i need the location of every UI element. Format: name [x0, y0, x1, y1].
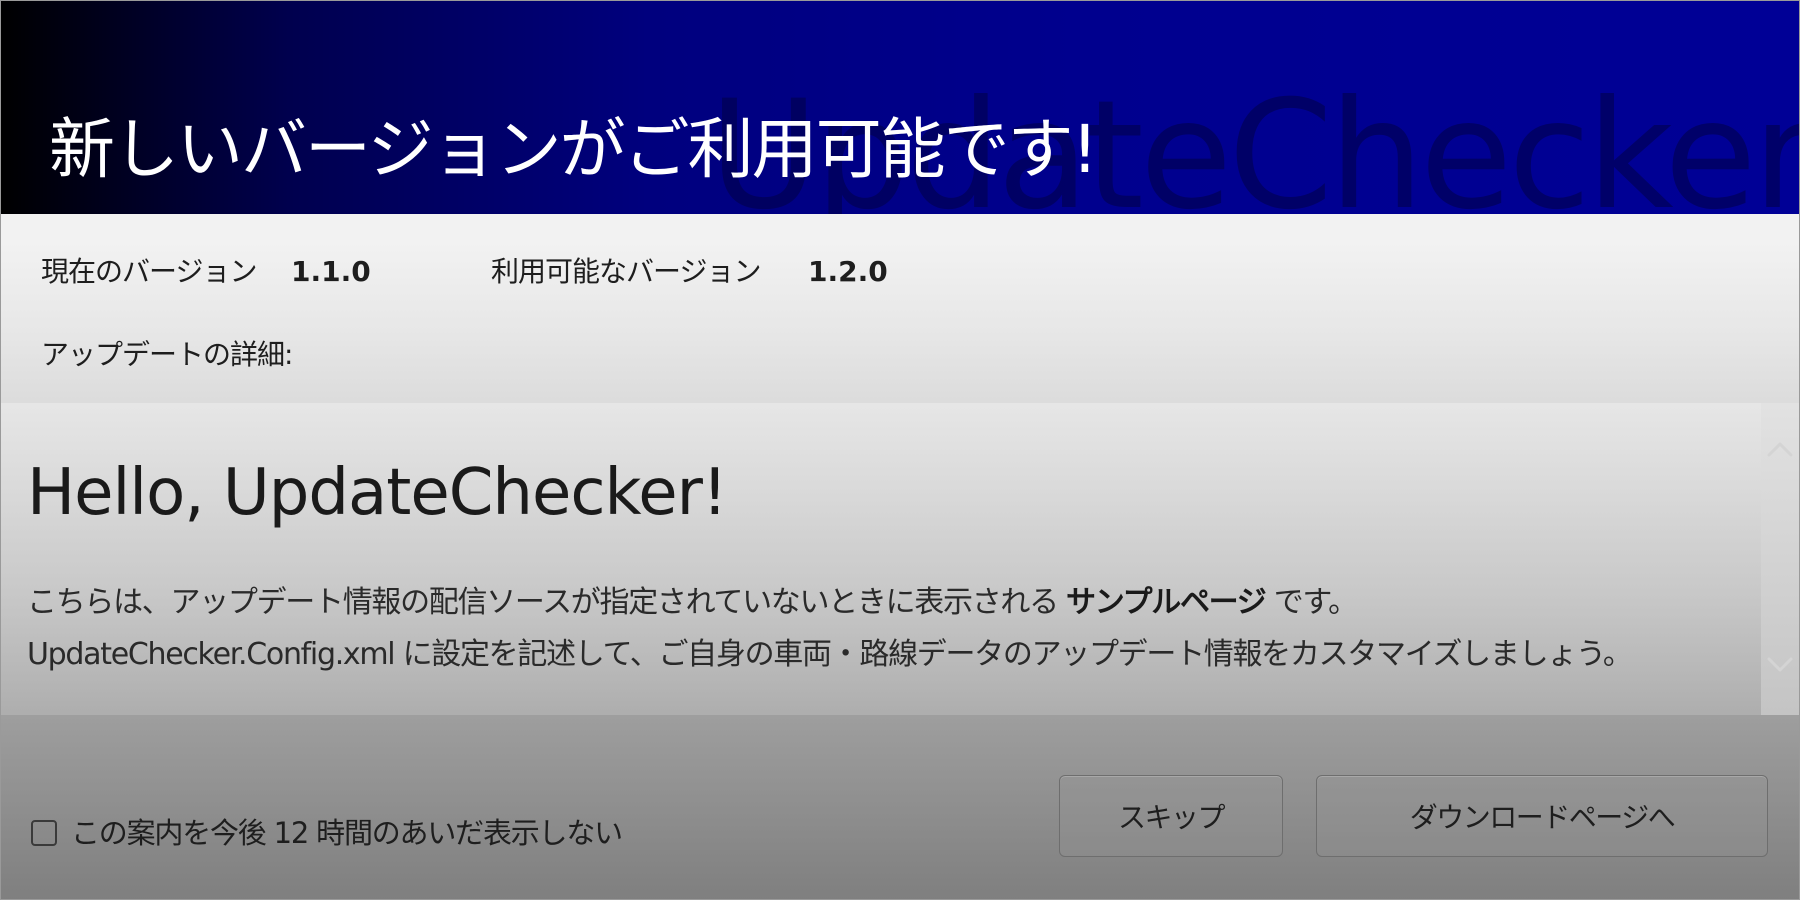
update-details-content[interactable]: Hello, UpdateChecker! こちらは、アップデート情報の配信ソー…	[1, 403, 1761, 715]
available-version-value: 1.2.0	[808, 255, 888, 288]
download-page-button[interactable]: ダウンロードページへ	[1316, 775, 1768, 857]
update-dialog: UpdateChecker 新しいバージョンがご利用可能です! 現在のバージョン…	[0, 0, 1800, 900]
skip-button[interactable]: スキップ	[1059, 775, 1283, 857]
suppress-notice-checkbox[interactable]	[31, 820, 57, 846]
details-paragraph-line-1: こちらは、アップデート情報の配信ソースが指定されていないときに表示される サンプ…	[27, 581, 1358, 625]
chevron-up-icon[interactable]	[1763, 433, 1797, 467]
current-version-label: 現在のバージョン	[41, 255, 257, 288]
suppress-notice-label[interactable]: この案内を今後 12 時間のあいだ表示しない	[71, 813, 623, 853]
sample-page-emphasis: サンプルページ	[1066, 585, 1267, 620]
available-version-label: 利用可能なバージョン	[491, 255, 761, 288]
update-details-label: アップデートの詳細:	[41, 338, 293, 371]
suppress-notice-checkbox-row[interactable]: この案内を今後 12 時間のあいだ表示しない	[31, 813, 623, 853]
chevron-down-icon[interactable]	[1763, 647, 1797, 681]
details-paragraph-line-2: UpdateChecker.Config.xml に設定を記述して、ご自身の車両…	[27, 637, 1633, 672]
current-version-value: 1.1.0	[291, 255, 371, 288]
details-line1-suffix: です。	[1265, 585, 1358, 620]
details-heading: Hello, UpdateChecker!	[27, 456, 728, 530]
header-banner: UpdateChecker 新しいバージョンがご利用可能です!	[1, 1, 1799, 214]
details-line1-prefix: こちらは、アップデート情報の配信ソースが指定されていないときに表示される	[27, 585, 1067, 620]
dialog-title: 新しいバージョンがご利用可能です!	[49, 111, 1098, 188]
